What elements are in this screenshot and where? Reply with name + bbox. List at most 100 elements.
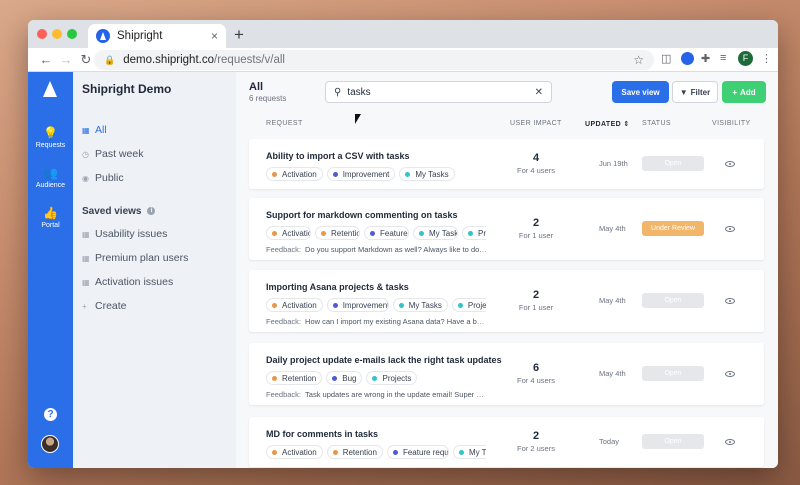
visibility-eye-icon[interactable] — [725, 226, 735, 232]
shipright-logo-icon[interactable] — [43, 81, 57, 97]
column-header-user-impact[interactable]: USER IMPACT — [510, 120, 562, 127]
filter-icon: ▼ — [679, 87, 688, 97]
visibility-eye-icon[interactable] — [725, 439, 735, 445]
tag[interactable]: My Tasks — [392, 298, 448, 312]
shipright-extension-icon[interactable] — [681, 52, 694, 65]
tag[interactable]: Activation — [266, 167, 323, 181]
tag-label: Activation — [282, 169, 317, 179]
tag[interactable]: Projects — [366, 371, 418, 385]
create-view-button[interactable]: + Create — [82, 294, 227, 318]
impact-users: For 1 user — [518, 303, 554, 312]
sidebar-item-past-week[interactable]: ◷ Past week — [82, 142, 227, 166]
request-card[interactable]: Ability to import a CSV with tasks Activa… — [249, 139, 764, 189]
request-title[interactable]: Ability to import a CSV with tasks — [266, 151, 410, 161]
tag[interactable]: Projects — [451, 298, 486, 312]
save-view-button[interactable]: Save view — [612, 81, 669, 103]
visibility-eye-icon[interactable] — [725, 161, 735, 167]
visibility-eye-icon[interactable] — [725, 298, 735, 304]
tag-dot-icon — [458, 449, 464, 455]
tag[interactable]: Activation — [266, 445, 323, 459]
impact-count: 2 — [532, 217, 540, 229]
back-arrow-icon[interactable]: ← — [36, 52, 56, 67]
request-card[interactable]: Support for markdown commenting on tasks… — [249, 198, 764, 260]
tag[interactable]: Activation — [266, 226, 311, 240]
profile-avatar[interactable]: F — [738, 51, 753, 66]
grid-icon: ▦ — [82, 229, 90, 239]
new-tab-button[interactable]: + — [234, 25, 244, 45]
tag[interactable]: Retention — [266, 371, 323, 385]
status-badge[interactable]: Under Review — [642, 221, 704, 236]
sidebar-item-all[interactable]: ▦ All — [82, 118, 227, 142]
saved-view-premium-plan-users[interactable]: ▦ Premium plan users — [82, 246, 227, 270]
tag[interactable]: Feature request — [386, 445, 449, 459]
rail-item-audience[interactable]: 👥 Audience — [28, 166, 73, 189]
address-bar[interactable]: 🔒 demo.shipright.co/requests/v/all ☆ — [94, 50, 654, 70]
sidebar-item-label: Past week — [95, 148, 144, 160]
tag[interactable]: My Tasks — [399, 167, 455, 181]
clear-search-icon[interactable]: ✕ — [535, 87, 543, 98]
status-badge[interactable]: Open — [642, 366, 704, 381]
tag[interactable]: Improvement — [326, 298, 389, 312]
pocket-extension-icon[interactable]: ◫ — [661, 52, 671, 65]
shipright-favicon-icon — [96, 29, 110, 43]
impact-count: 6 — [532, 362, 540, 374]
saved-view-activation-issues[interactable]: ▦ Activation issues — [82, 270, 227, 294]
filter-button[interactable]: ▼ Filter — [672, 81, 718, 103]
request-title[interactable]: Daily project update e-mails lack the ri… — [266, 355, 502, 365]
sidebar-item-label: Premium plan users — [95, 252, 189, 264]
tag[interactable]: Projects — [462, 226, 486, 240]
clock-icon: ◷ — [82, 149, 89, 159]
tag[interactable]: Retention — [326, 445, 383, 459]
forward-arrow-icon[interactable]: → — [56, 52, 76, 67]
tag-dot-icon — [419, 230, 424, 236]
reload-icon[interactable]: ↻ — [76, 52, 96, 68]
tag-dot-icon — [332, 302, 338, 308]
page-title: All — [249, 81, 264, 93]
status-badge[interactable]: Open — [642, 156, 704, 171]
help-icon[interactable]: ? — [44, 408, 57, 421]
request-title[interactable]: Support for markdown commenting on tasks — [266, 210, 458, 220]
status-badge[interactable]: Open — [642, 434, 704, 449]
tag-label: Feature request — [402, 447, 449, 457]
column-header-visibility[interactable]: VISIBILITY — [712, 120, 751, 127]
add-button[interactable]: + Add — [722, 81, 766, 103]
tab-close-icon[interactable]: × — [211, 29, 218, 43]
saved-view-usability-issues[interactable]: ▦ Usability issues — [82, 222, 227, 246]
tag[interactable]: Retention — [315, 226, 360, 240]
close-window-button[interactable] — [37, 29, 47, 39]
tag[interactable]: Feature — [364, 226, 409, 240]
impact-users: For 2 users — [517, 444, 555, 453]
search-input[interactable]: ⚲ tasks ✕ — [325, 81, 552, 103]
reading-list-icon[interactable]: ≡ — [720, 52, 726, 64]
minimize-window-button[interactable] — [52, 29, 62, 39]
tag[interactable]: My Tasks — [452, 445, 486, 459]
more-menu-icon[interactable]: ⋮ — [761, 52, 772, 65]
tag[interactable]: Bug — [326, 371, 363, 385]
info-icon[interactable]: i — [147, 207, 156, 215]
column-header-updated[interactable]: UPDATED ⇕ — [585, 120, 630, 128]
request-card[interactable]: MD for comments in tasks Activation Retent… — [249, 417, 764, 467]
feedback-snippet: Feedback: Do you support Markdown as well… — [266, 245, 488, 254]
maximize-window-button[interactable] — [67, 29, 77, 39]
request-title[interactable]: Importing Asana projects & tasks — [266, 282, 409, 292]
sidebar: Shipright Demo ▦ All ◷ Past week ◉ Publi… — [73, 72, 236, 468]
tag[interactable]: Improvement — [326, 167, 396, 181]
icon-rail: 💡 Requests 👥 Audience 👍 Portal ? — [28, 72, 73, 468]
browser-tab[interactable]: Shipright × — [88, 24, 226, 48]
status-badge[interactable]: Open — [642, 293, 704, 308]
rail-item-requests[interactable]: 💡 Requests — [28, 126, 73, 149]
extensions-puzzle-icon[interactable]: ✚ — [701, 52, 710, 65]
column-header-status[interactable]: STATUS — [642, 120, 671, 127]
visibility-eye-icon[interactable] — [725, 371, 735, 377]
tag[interactable]: My Tasks — [413, 226, 458, 240]
user-avatar[interactable] — [41, 435, 59, 453]
rail-item-portal[interactable]: 👍 Portal — [28, 206, 73, 229]
request-card[interactable]: Importing Asana projects & tasks Activati… — [249, 270, 764, 332]
request-title[interactable]: MD for comments in tasks — [266, 429, 378, 439]
column-header-request[interactable]: REQUEST — [266, 120, 303, 127]
sidebar-item-public[interactable]: ◉ Public — [82, 166, 227, 190]
saved-views-heading: Saved views i — [82, 200, 227, 222]
tag[interactable]: Activation — [266, 298, 323, 312]
request-card[interactable]: Daily project update e-mails lack the ri… — [249, 343, 764, 405]
bookmark-star-icon[interactable]: ☆ — [633, 53, 644, 67]
